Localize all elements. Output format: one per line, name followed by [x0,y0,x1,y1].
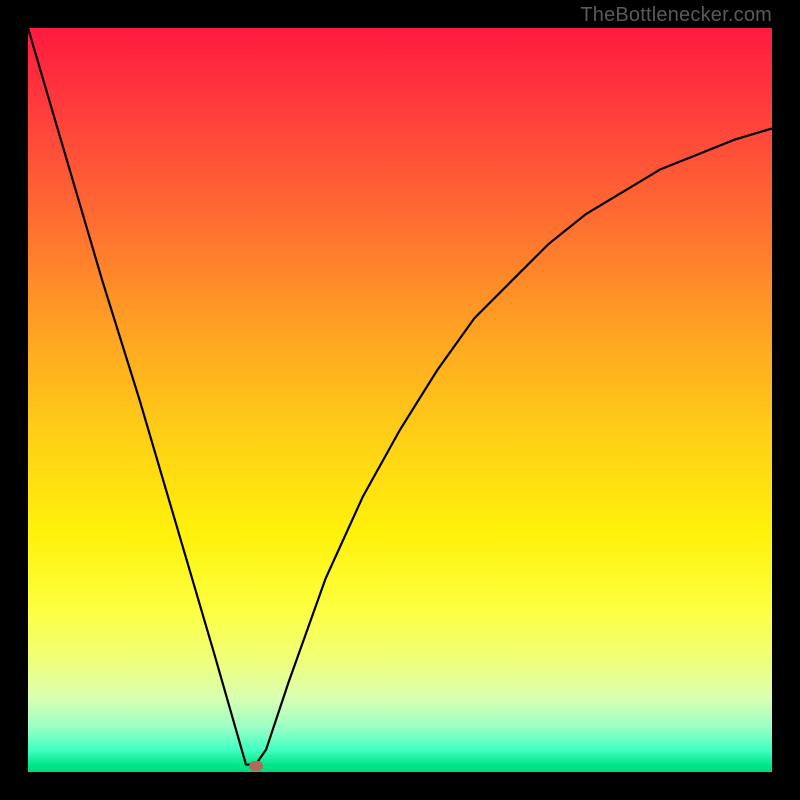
attribution-text: TheBottlenecker.com [580,4,772,27]
optimal-marker [249,761,263,771]
chart-area [28,28,772,772]
bottleneck-curve [28,28,772,772]
